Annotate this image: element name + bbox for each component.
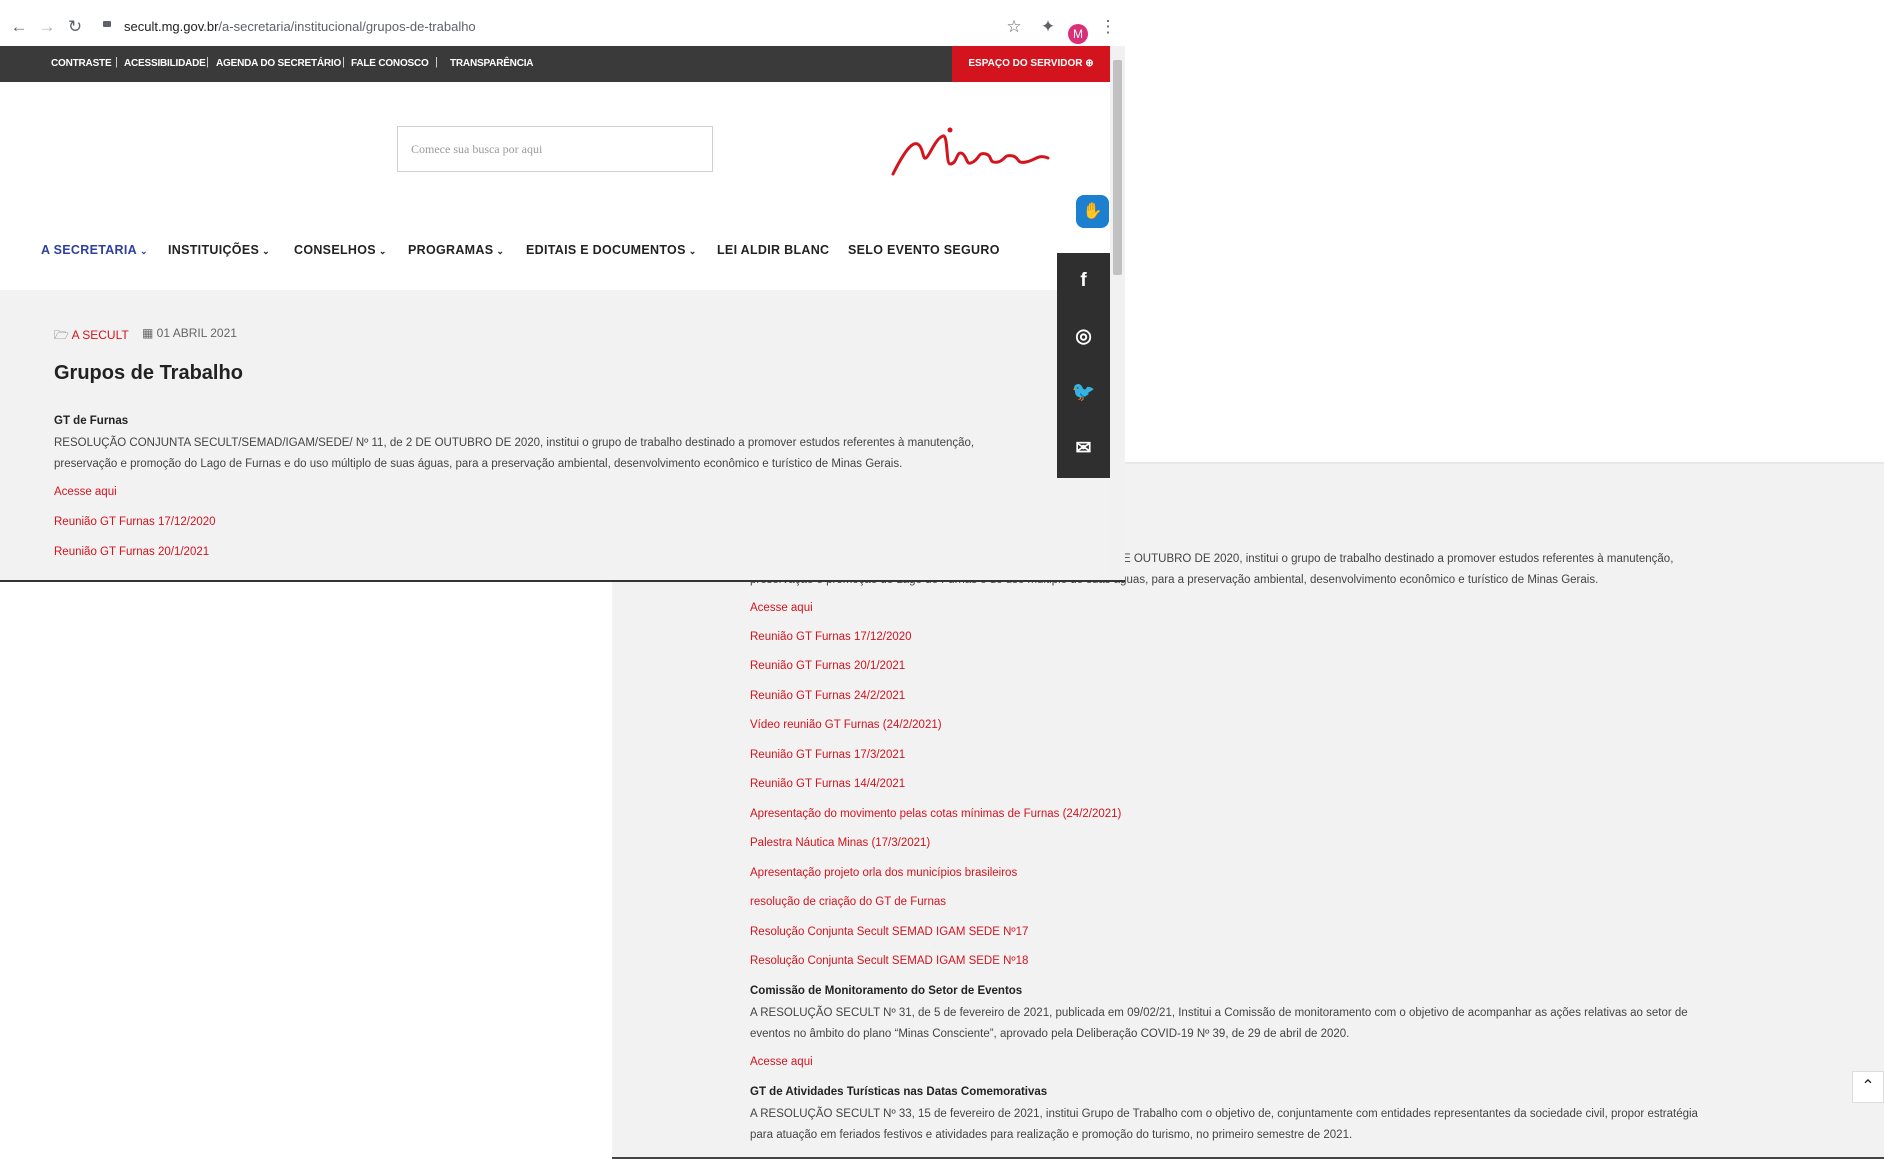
link-reuniao[interactable]: Reunião GT Furnas 20/1/2021 (750, 660, 905, 672)
link-video[interactable]: Vídeo reunião GT Furnas (24/2/2021) (750, 719, 942, 731)
link-palestra[interactable]: Palestra Náutica Minas (17/3/2021) (750, 837, 930, 849)
instagram-icon[interactable]: ◎ (1057, 309, 1110, 365)
link-acesse-aqui[interactable]: Acesse aqui (54, 486, 117, 498)
mail-icon[interactable]: ✉ (1057, 421, 1110, 477)
link-reuniao[interactable]: Reunião GT Furnas 20/1/2021 (54, 546, 209, 558)
more-menu-icon[interactable]: ⋮ (1096, 15, 1120, 39)
servidor-button[interactable]: ESPAÇO DO SERVIDOR ⊕ (952, 46, 1110, 82)
back-arrow-icon[interactable]: ← (7, 15, 31, 39)
link-resolucao-criacao[interactable]: resolução de criação do GT de Furnas (750, 896, 946, 908)
link-reuniao[interactable]: Reunião GT Furnas 14/4/2021 (750, 778, 905, 790)
reload-icon[interactable]: ↻ (63, 15, 87, 39)
scrollbar-thumb[interactable] (1113, 60, 1122, 275)
paragraph-text: A RESOLUÇÃO SECULT Nº 31, de 5 de fevere… (750, 1007, 1688, 1019)
category-label: A SECULT (71, 328, 129, 342)
servidor-label: ESPAÇO DO SERVIDOR (968, 58, 1083, 69)
social-sidebar: f ◎ 🐦 ✉ (1057, 253, 1110, 478)
lock-icon (103, 21, 111, 27)
chevron-down-icon: ⌄ (688, 246, 697, 256)
paragraph-text: RESOLUÇÃO CONJUNTA SECULT/SEMAD/IGAM/SED… (54, 437, 975, 449)
chevron-down-icon: ⌄ (378, 246, 387, 256)
separator: | (206, 56, 209, 68)
link-transparencia[interactable]: TRANSPARÊNCIA (450, 58, 534, 69)
page-title: Grupos de Trabalho (54, 362, 243, 384)
paragraph-text: E OUTUBRO DE 2020, institui o grupo de t… (1123, 553, 1674, 565)
divider (0, 580, 1125, 582)
extensions-icon[interactable]: ✦ (1036, 15, 1060, 39)
separator: | (115, 56, 118, 68)
post-date: ▦ 01 ABRIL 2021 (142, 326, 237, 340)
section-heading-turisticas: GT de Atividades Turísticas nas Datas Co… (750, 1086, 1048, 1098)
menu-label: PROGRAMAS (408, 243, 494, 257)
menu-label: CONSELHOS (294, 243, 376, 257)
url-domain: secult.mg.gov.br (124, 19, 219, 34)
vlibras-accessibility-icon[interactable]: ✋ (1076, 195, 1109, 228)
paragraph-text: para atuação em feriados festivos e ativ… (750, 1129, 1353, 1141)
calendar-icon: ▦ (142, 326, 157, 340)
section-heading-eventos: Comissão de Monitoramento do Setor de Ev… (750, 985, 1023, 997)
link-acesse-aqui-eventos[interactable]: Acesse aqui (750, 1056, 813, 1068)
link-contraste[interactable]: CONTRASTE (51, 58, 112, 69)
section-heading-furnas: GT de Furnas (54, 415, 129, 427)
facebook-icon[interactable]: f (1057, 253, 1110, 309)
twitter-icon[interactable]: 🐦 (1057, 365, 1110, 421)
link-fale-conosco[interactable]: FALE CONOSCO (351, 58, 429, 69)
link-reuniao[interactable]: Reunião GT Furnas 17/12/2020 (54, 516, 216, 528)
link-apresentacao[interactable]: Apresentação do movimento pelas cotas mí… (750, 808, 1121, 820)
separator: | (342, 56, 345, 68)
link-reuniao[interactable]: Reunião GT Furnas 24/2/2021 (750, 690, 905, 702)
paragraph-text: eventos no âmbito do plano “Minas Consci… (750, 1028, 1350, 1040)
menu-item-conselhos[interactable]: CONSELHOS ⌄ (294, 243, 387, 257)
menu-item-lei-aldir-blanc[interactable]: LEI ALDIR BLANC (717, 243, 829, 257)
browser-toolbar: ← → ↻ secult.mg.gov.br/a-secretaria/inst… (0, 8, 1125, 47)
menu-item-a-secretaria[interactable]: A SECRETARIA ⌄ (41, 243, 148, 257)
category-link[interactable]: 🗁 A SECULT (54, 326, 129, 347)
link-apresentacao-orla[interactable]: Apresentação projeto orla dos municípios… (750, 867, 1017, 879)
chevron-down-icon: ⌄ (496, 246, 505, 256)
menu-label: EDITAIS E DOCUMENTOS (526, 243, 686, 257)
menu-label: INSTITUIÇÕES (168, 243, 260, 257)
menu-item-editais[interactable]: EDITAIS E DOCUMENTOS ⌄ (526, 243, 697, 257)
chevron-down-icon: ⌄ (139, 246, 148, 256)
paragraph-text: A RESOLUÇÃO SECULT Nº 33, 15 de fevereir… (750, 1108, 1698, 1120)
forward-arrow-icon[interactable]: → (35, 15, 59, 39)
link-reuniao[interactable]: Reunião GT Furnas 17/3/2021 (750, 749, 905, 761)
star-icon[interactable]: ☆ (1002, 15, 1026, 39)
url-path: /a-secretaria/institucional/grupos-de-tr… (218, 19, 476, 34)
menu-label: LEI ALDIR BLANC (717, 243, 830, 257)
avatar[interactable]: M (1068, 24, 1088, 44)
link-agenda[interactable]: AGENDA DO SECRETÁRIO (216, 58, 341, 69)
link-acessibilidade[interactable]: ACESSIBILIDADE (124, 58, 206, 69)
paragraph-text: preservação e promoção do Lago de Furnas… (54, 458, 903, 470)
menu-label: A SECRETARIA (41, 243, 137, 257)
plus-circle-icon: ⊕ (1085, 58, 1094, 69)
menu-label: SELO EVENTO SEGURO (848, 243, 1000, 257)
article-content: 🗁 A SECULT ▦ 01 ABRIL 2021 Grupos de Tra… (0, 290, 1110, 582)
chevron-up-icon: ⌃ (1861, 1078, 1875, 1095)
date-label: 01 ABRIL 2021 (156, 326, 237, 340)
minas-logo (891, 127, 1050, 176)
separator: | (435, 56, 438, 68)
back-to-top-button[interactable]: ⌃ (1852, 1071, 1884, 1103)
link-resolucao-17[interactable]: Resolução Conjunta Secult SEMAD IGAM SED… (750, 926, 1028, 938)
menu-item-selo-evento[interactable]: SELO EVENTO SEGURO (848, 243, 1000, 257)
menu-item-instituicoes[interactable]: INSTITUIÇÕES ⌄ (168, 243, 270, 257)
link-reuniao[interactable]: Reunião GT Furnas 17/12/2020 (750, 631, 912, 643)
browser-window: ← → ↻ secult.mg.gov.br/a-secretaria/inst… (0, 0, 1125, 582)
link-resolucao-18[interactable]: Resolução Conjunta Secult SEMAD IGAM SED… (750, 955, 1028, 967)
search-input[interactable]: Comece sua busca por aqui (397, 126, 713, 172)
menu-item-programas[interactable]: PROGRAMAS ⌄ (408, 243, 504, 257)
link-acesse-aqui[interactable]: Acesse aqui (750, 602, 813, 614)
address-bar[interactable]: secult.mg.gov.br/a-secretaria/institucio… (124, 15, 476, 39)
chevron-down-icon: ⌄ (262, 246, 270, 256)
divider (1125, 462, 1884, 464)
folder-icon: 🗁 (54, 328, 72, 342)
